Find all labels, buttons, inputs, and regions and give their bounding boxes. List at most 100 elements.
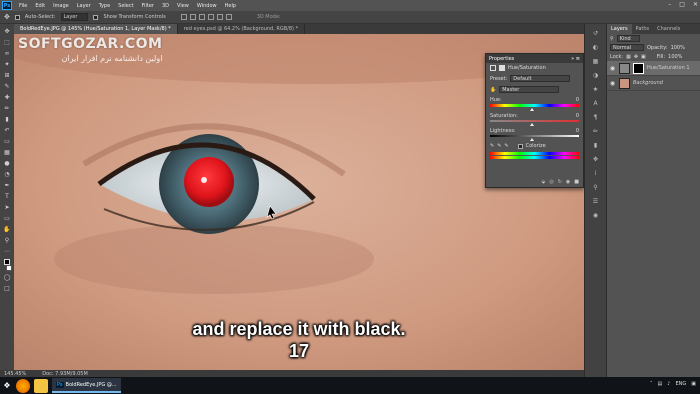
- notifications-icon[interactable]: ▣: [691, 381, 696, 387]
- show-transform-checkbox[interactable]: [93, 14, 99, 20]
- language-indicator[interactable]: ENG: [675, 381, 686, 387]
- taskbar-photoshop-button[interactable]: Ps BoldRedEye.JPG @...: [52, 378, 121, 393]
- saturation-value[interactable]: 0: [576, 113, 579, 119]
- eyedropper-tool-icon[interactable]: ✎: [3, 83, 12, 91]
- color-icon[interactable]: ◐: [591, 44, 600, 52]
- filter-kind-dropdown[interactable]: Kind: [616, 35, 640, 42]
- tray-arrow-icon[interactable]: ˄: [650, 381, 653, 387]
- colorize-checkbox[interactable]: [517, 143, 523, 149]
- firefox-icon[interactable]: [16, 378, 30, 393]
- menu-view[interactable]: View: [177, 3, 189, 9]
- clone-stamp-icon[interactable]: ▮: [3, 116, 12, 124]
- visibility-eye-icon[interactable]: ◉: [609, 65, 616, 72]
- align-left-icon[interactable]: [207, 14, 214, 20]
- clip-to-layer-icon[interactable]: ⬙: [541, 179, 545, 185]
- lightness-value[interactable]: 0: [576, 128, 579, 134]
- info-icon[interactable]: i: [591, 170, 600, 178]
- layer-row-background[interactable]: ◉ Background: [607, 76, 700, 91]
- zoom-level[interactable]: 145.45%: [4, 371, 26, 377]
- character-icon[interactable]: A: [591, 100, 600, 108]
- clone-source-icon[interactable]: ▮: [591, 142, 600, 150]
- hue-value[interactable]: 0: [576, 97, 579, 103]
- saturation-slider-thumb[interactable]: [530, 123, 534, 126]
- auto-select-dropdown[interactable]: Layer: [60, 13, 89, 21]
- paragraph-icon[interactable]: ¶: [591, 114, 600, 122]
- dodge-tool-icon[interactable]: ◔: [3, 171, 12, 179]
- windows-start-icon[interactable]: ❖: [0, 377, 14, 394]
- preset-dropdown[interactable]: Default: [510, 75, 571, 82]
- adjustments-icon[interactable]: ◑: [591, 72, 600, 80]
- properties-header[interactable]: Properties » ≡: [486, 54, 583, 63]
- path-select-icon[interactable]: ➤: [3, 204, 12, 212]
- crop-tool-icon[interactable]: ⊞: [3, 72, 12, 80]
- lasso-tool-icon[interactable]: ∞: [3, 50, 12, 58]
- align-bottom-icon[interactable]: [198, 14, 205, 20]
- eyedropper-add-icon[interactable]: ✎: [497, 143, 501, 149]
- auto-select-checkbox[interactable]: [14, 14, 20, 20]
- align-center-icon[interactable]: [216, 14, 223, 20]
- tab-paths[interactable]: Paths: [632, 24, 654, 34]
- align-right-icon[interactable]: [225, 14, 232, 20]
- menu-filter[interactable]: Filter: [142, 3, 154, 9]
- screen-mode-icon[interactable]: □: [3, 285, 12, 293]
- saturation-slider-track[interactable]: [490, 120, 579, 122]
- brush-presets-icon[interactable]: ✏: [591, 128, 600, 136]
- fill-value[interactable]: 100%: [668, 54, 682, 60]
- tool-presets-icon[interactable]: ✥: [591, 156, 600, 164]
- menu-help[interactable]: Help: [225, 3, 236, 9]
- lock-position-icon[interactable]: ✥: [634, 54, 638, 60]
- menu-layer[interactable]: Layer: [77, 3, 91, 9]
- swatches-icon[interactable]: ▦: [591, 58, 600, 66]
- marquee-tool-icon[interactable]: ⬚: [3, 39, 12, 47]
- minimize-icon[interactable]: –: [668, 1, 671, 8]
- tab-boldredeye[interactable]: BoldRedEye.JPG @ 145% (Hue/Saturation 1,…: [14, 24, 178, 34]
- explorer-icon[interactable]: [34, 378, 48, 393]
- opacity-value[interactable]: 100%: [671, 45, 685, 51]
- align-middle-icon[interactable]: [189, 14, 196, 20]
- zoom-tool-icon[interactable]: ⚲: [3, 237, 12, 245]
- layer-row-hue-saturation[interactable]: ◉ Hue/Saturation 1: [607, 61, 700, 76]
- history-brush-icon[interactable]: ↶: [3, 127, 12, 135]
- eyedropper-subtract-icon[interactable]: ✎: [504, 143, 508, 149]
- move-tool-icon[interactable]: ✥: [3, 28, 12, 36]
- menu-3d[interactable]: 3D: [162, 3, 169, 9]
- tab-channels[interactable]: Channels: [653, 24, 684, 34]
- lightness-slider-track[interactable]: [490, 135, 579, 137]
- lock-all-icon[interactable]: ▣: [641, 54, 646, 60]
- maximize-icon[interactable]: □: [679, 1, 685, 8]
- blur-tool-icon[interactable]: ●: [3, 160, 12, 168]
- hue-slider-track[interactable]: [490, 104, 579, 107]
- visibility-icon[interactable]: ◉: [566, 179, 570, 185]
- close-icon[interactable]: ✕: [693, 1, 698, 8]
- eraser-tool-icon[interactable]: ▭: [3, 138, 12, 146]
- brush-tool-icon[interactable]: ✏: [3, 105, 12, 113]
- menu-select[interactable]: Select: [118, 3, 133, 9]
- network-icon[interactable]: ▤: [658, 381, 663, 387]
- view-previous-icon[interactable]: ◎: [549, 179, 553, 185]
- layer-mask-thumb[interactable]: [633, 62, 644, 74]
- mask-icon[interactable]: [499, 65, 505, 71]
- hand-tool-icon[interactable]: ✋: [3, 226, 12, 234]
- navigator-icon[interactable]: ⚲: [591, 184, 600, 192]
- gradient-tool-icon[interactable]: ▦: [3, 149, 12, 157]
- trash-icon[interactable]: ■: [574, 179, 579, 185]
- pen-tool-icon[interactable]: ✒: [3, 182, 12, 190]
- panel-menu-icon[interactable]: » ≡: [571, 56, 580, 62]
- properties-icon[interactable]: ☰: [591, 198, 600, 206]
- visibility-eye-icon[interactable]: ◉: [609, 80, 616, 87]
- move-tool-icon[interactable]: ✥: [4, 13, 10, 21]
- quick-select-tool-icon[interactable]: ✦: [3, 61, 12, 69]
- background-color-swatch[interactable]: [6, 265, 12, 271]
- eyedropper-icon[interactable]: ✎: [490, 143, 494, 149]
- volume-icon[interactable]: ♪: [667, 381, 670, 387]
- menu-file[interactable]: File: [19, 3, 27, 9]
- healing-brush-icon[interactable]: ✚: [3, 94, 12, 102]
- tab-red-eyes[interactable]: red eyes.psd @ 64.2% (Background, RGB/8)…: [178, 24, 306, 34]
- styles-icon[interactable]: ★: [591, 86, 600, 94]
- shape-tool-icon[interactable]: ▭: [3, 215, 12, 223]
- tab-layers[interactable]: Layers: [607, 24, 632, 34]
- libraries-icon[interactable]: ◉: [591, 212, 600, 220]
- menu-image[interactable]: Image: [53, 3, 69, 9]
- menu-type[interactable]: Type: [99, 3, 110, 9]
- menu-edit[interactable]: Edit: [35, 3, 45, 9]
